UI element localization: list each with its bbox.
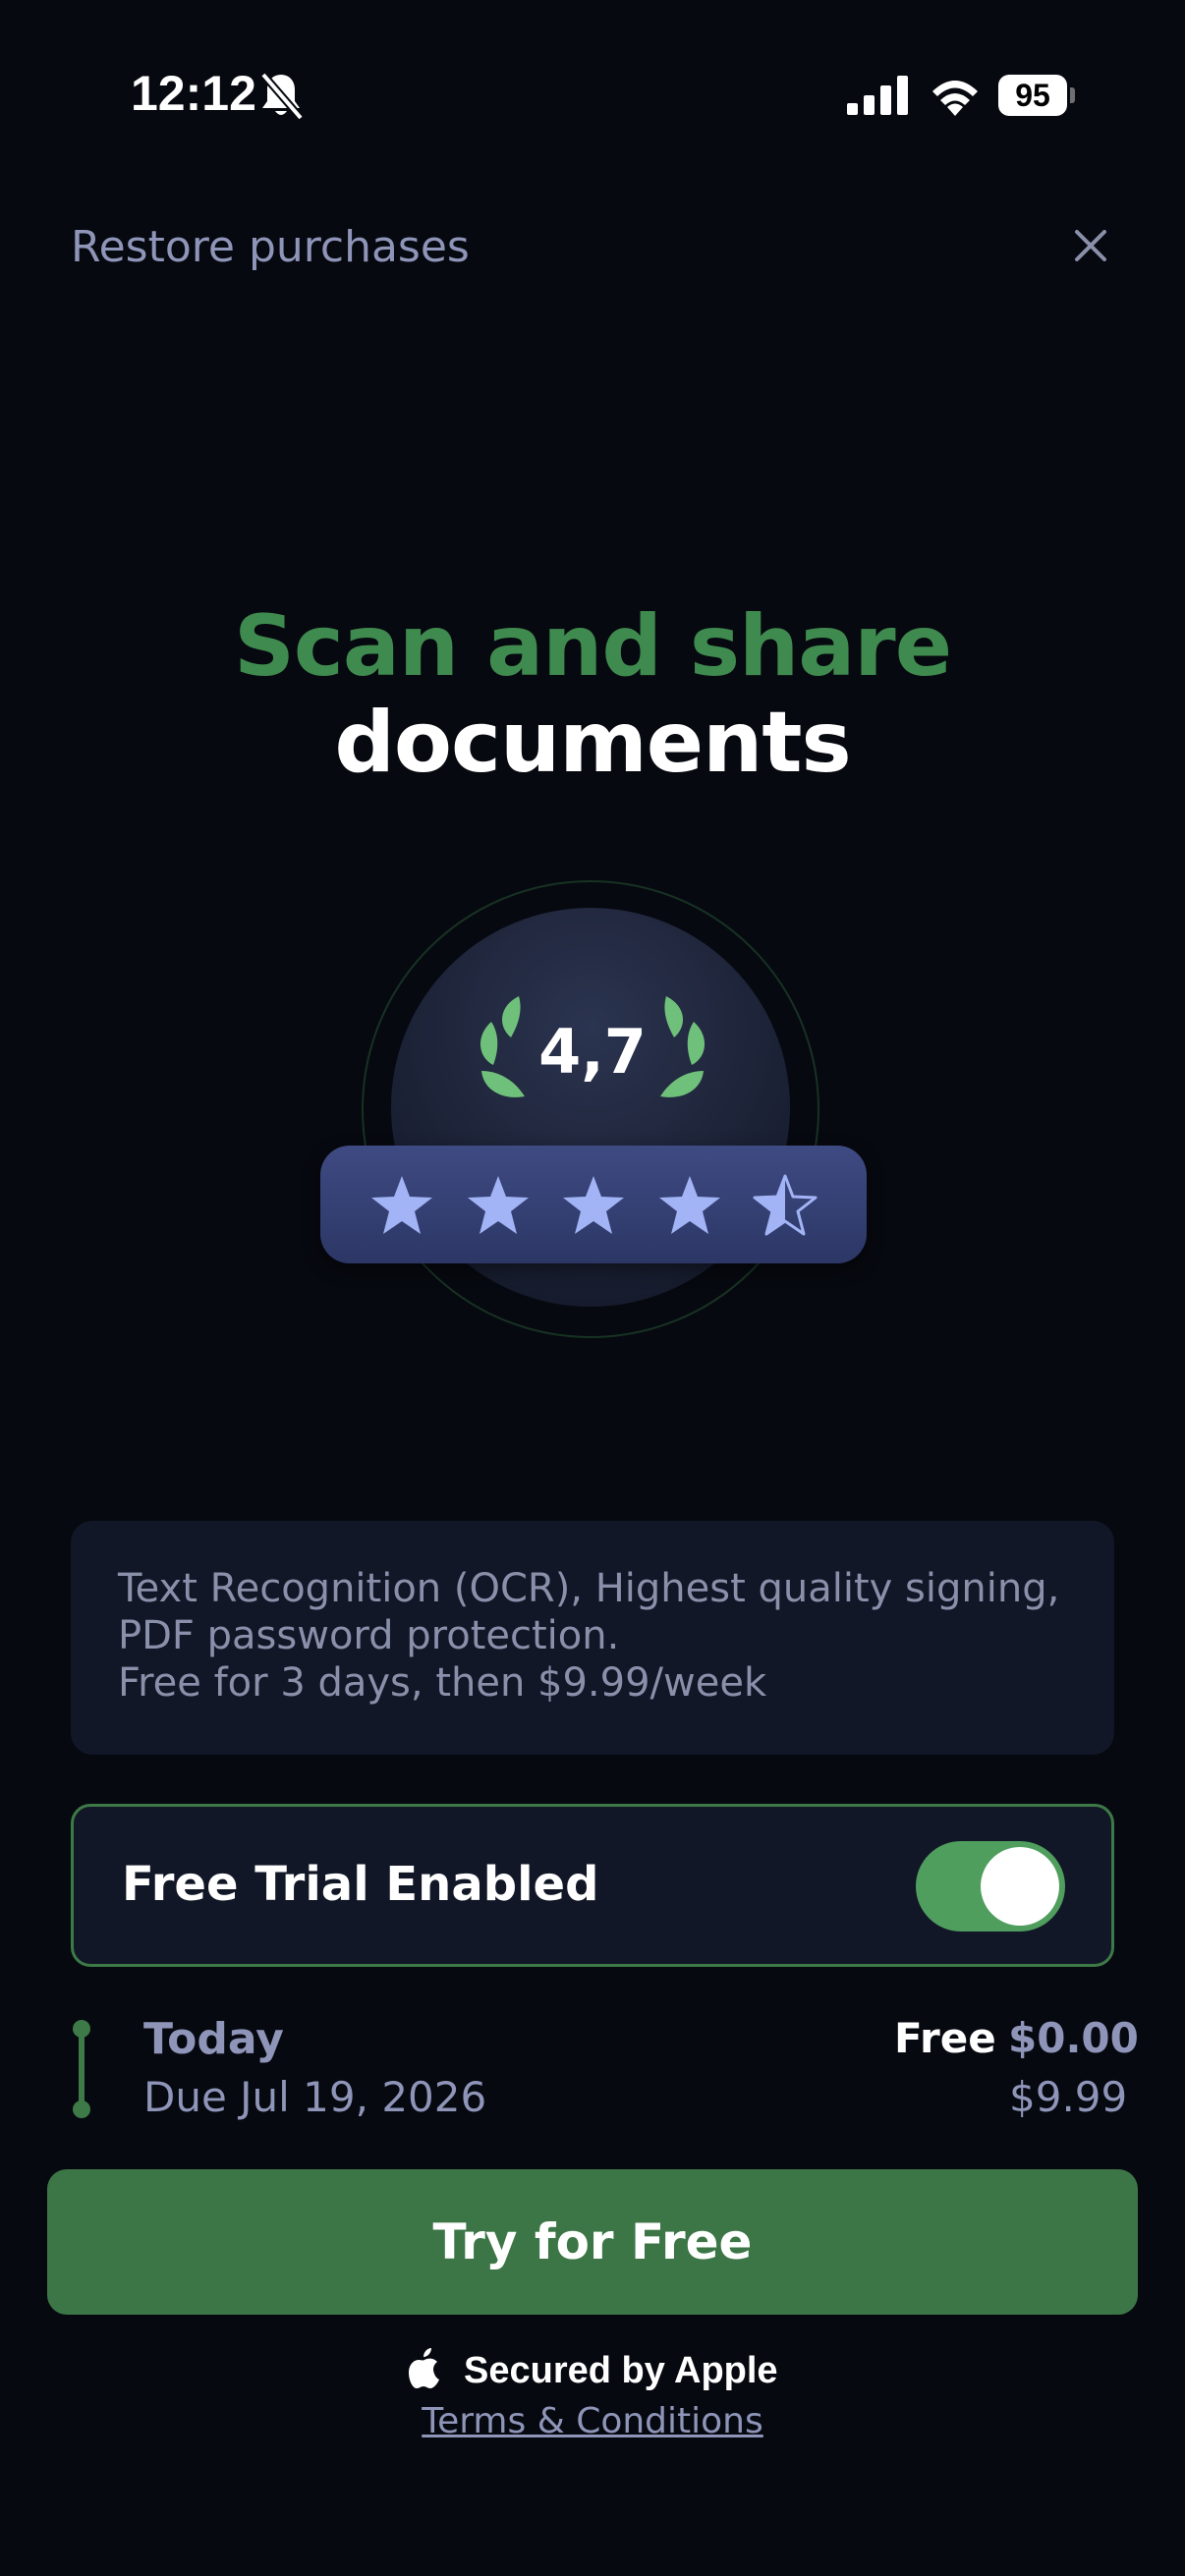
signal-icon bbox=[847, 76, 908, 115]
timeline-today-label: Today bbox=[143, 2014, 284, 2064]
timeline-line bbox=[79, 2028, 85, 2108]
rating-value: 4,7 bbox=[538, 1016, 647, 1088]
apple-logo-icon bbox=[409, 2348, 439, 2388]
pricing-line: Free for 3 days, then $9.99/week bbox=[118, 1660, 767, 1706]
battery-icon: 95 bbox=[998, 75, 1075, 116]
toggle-knob bbox=[981, 1847, 1059, 1926]
bell-slash-icon bbox=[259, 72, 305, 121]
timeline-dot bbox=[73, 2100, 90, 2118]
restore-purchases-button[interactable]: Restore purchases bbox=[71, 222, 470, 272]
try-for-free-button[interactable]: Try for Free bbox=[47, 2169, 1138, 2315]
timeline-today-price: $0.00 bbox=[1008, 2014, 1139, 2062]
features-line: PDF password protection. bbox=[118, 1613, 620, 1658]
star-icon bbox=[563, 1176, 624, 1234]
battery-level: 95 bbox=[998, 75, 1067, 116]
wifi-icon bbox=[932, 81, 978, 116]
laurel-right-icon bbox=[660, 996, 705, 1097]
page-title-accent: Scan and share bbox=[233, 597, 952, 696]
terms-conditions-link[interactable]: Terms & Conditions bbox=[0, 2401, 1185, 2441]
page-title: documents bbox=[334, 694, 851, 792]
features-line: Text Recognition (OCR), Highest quality … bbox=[118, 1566, 1060, 1611]
secured-by-apple-label: Secured by Apple bbox=[464, 2350, 778, 2391]
timeline-free-tag: Free bbox=[894, 2014, 996, 2062]
star-icon bbox=[659, 1176, 720, 1234]
star-icon bbox=[371, 1176, 432, 1234]
close-icon bbox=[1075, 230, 1106, 261]
close-button[interactable] bbox=[1069, 224, 1112, 267]
timeline-due-price: $9.99 bbox=[1009, 2073, 1128, 2121]
star-half-icon bbox=[753, 1174, 818, 1236]
status-time: 12:12 bbox=[131, 66, 256, 121]
timeline-due-label: Due Jul 19, 2026 bbox=[143, 2073, 487, 2121]
star-icon bbox=[468, 1176, 529, 1234]
free-trial-label: Free Trial Enabled bbox=[122, 1857, 599, 1912]
